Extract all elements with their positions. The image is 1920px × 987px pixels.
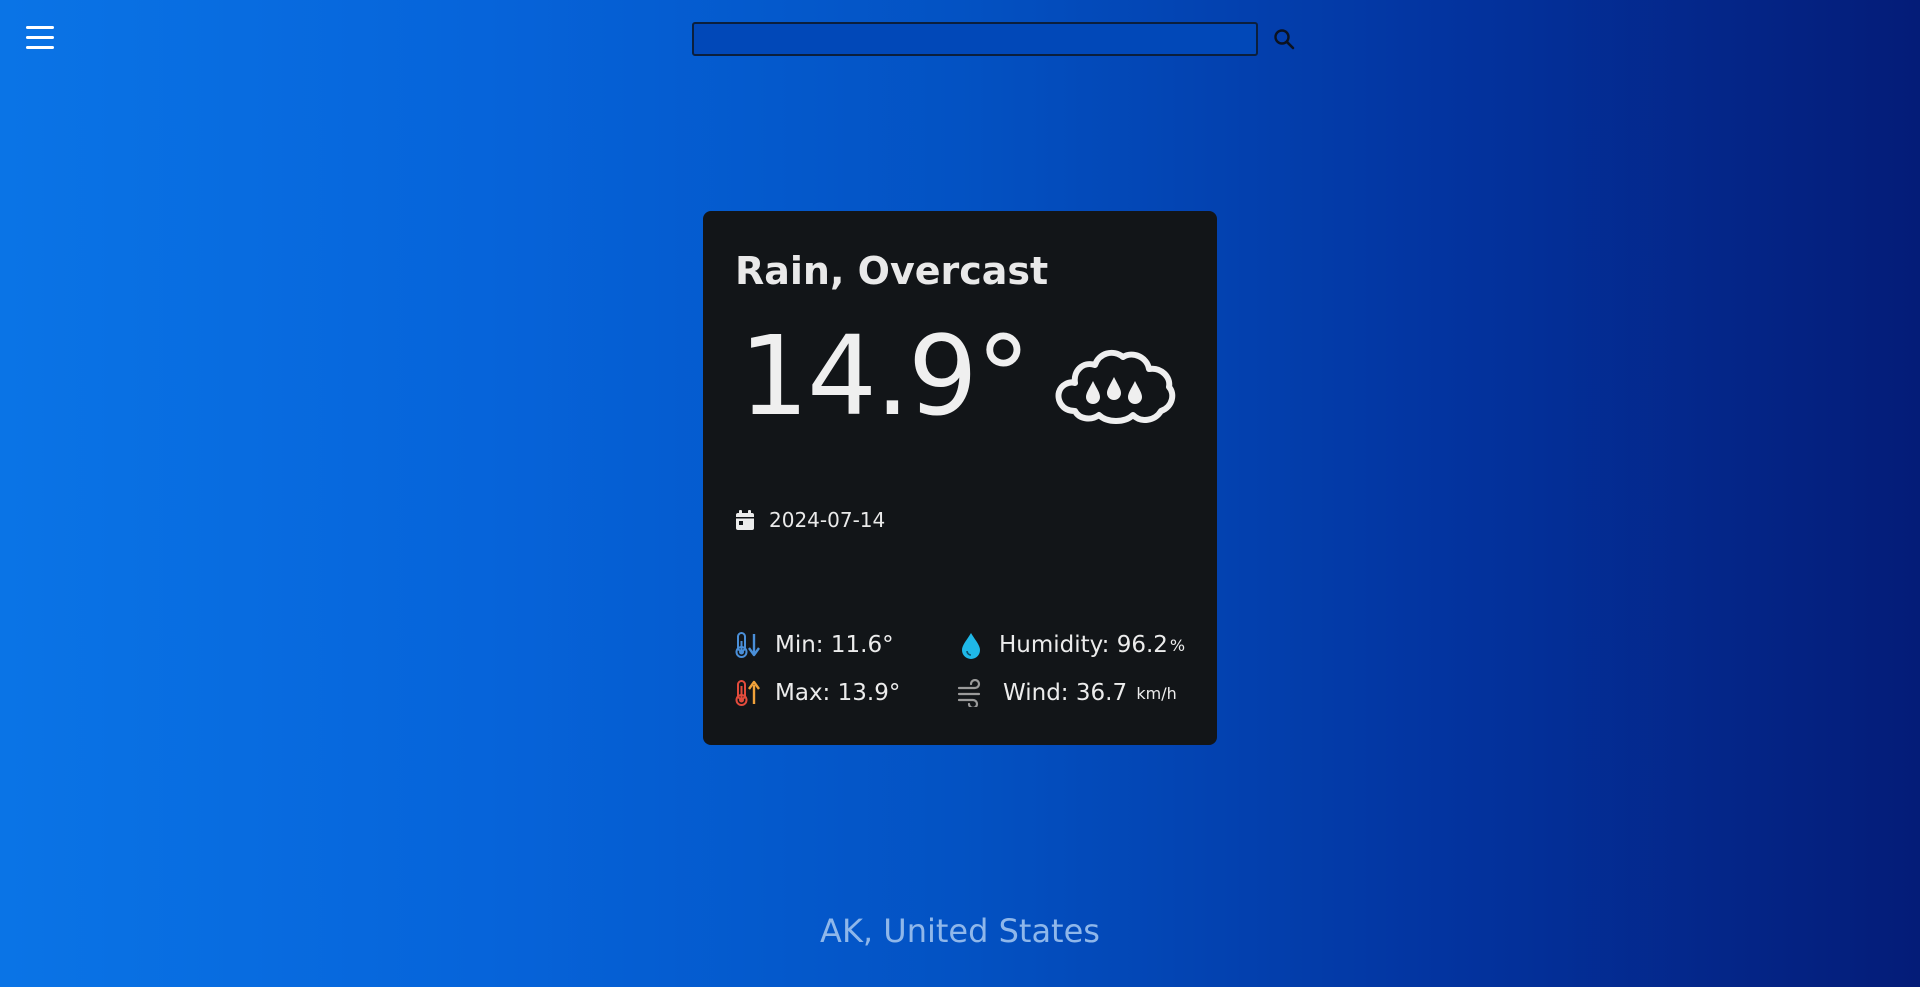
min-temperature-stat: Min: 11.6° [733, 631, 894, 659]
humidity-stat: Humidity: 96.2% [957, 631, 1185, 659]
calendar-icon [736, 510, 754, 530]
wind-value: 36.7 [1075, 680, 1128, 706]
weather-condition: Rain, Overcast [735, 249, 1049, 293]
search-input[interactable] [692, 22, 1258, 56]
hamburger-menu-icon[interactable] [24, 24, 56, 52]
humidity-value: 96.2 [1116, 632, 1168, 658]
search-icon [1274, 29, 1295, 50]
wind-unit: km/h [1136, 683, 1177, 703]
water-drop-icon [962, 633, 980, 659]
rain-cloud-icon [1055, 349, 1176, 424]
date-text: 2024-07-14 [769, 508, 886, 532]
humidity-label: Humidity: [999, 632, 1110, 658]
date-row: 2024-07-14 [735, 507, 885, 533]
current-temperature: 14.9° [739, 312, 1031, 440]
humidity-unit: % [1169, 635, 1186, 655]
thermometer-up-icon [735, 680, 760, 706]
search-button[interactable] [1270, 25, 1298, 53]
location-label: AK, United States [820, 912, 1100, 950]
weather-card: Rain, Overcast 14.9° 2024-07-14 Min: 11.… [703, 211, 1217, 745]
min-value: 11.6° [830, 632, 894, 658]
max-temperature-stat: Max: 13.9° [733, 679, 900, 707]
thermometer-down-icon [735, 632, 760, 658]
min-label: Min: [775, 632, 824, 658]
wind-stat: Wind: 36.7 km/h [957, 679, 1177, 707]
max-value: 13.9° [837, 680, 901, 706]
max-label: Max: [775, 680, 831, 706]
search-bar [692, 22, 1298, 56]
wind-label: Wind: [1003, 680, 1069, 706]
wind-icon [957, 679, 981, 707]
